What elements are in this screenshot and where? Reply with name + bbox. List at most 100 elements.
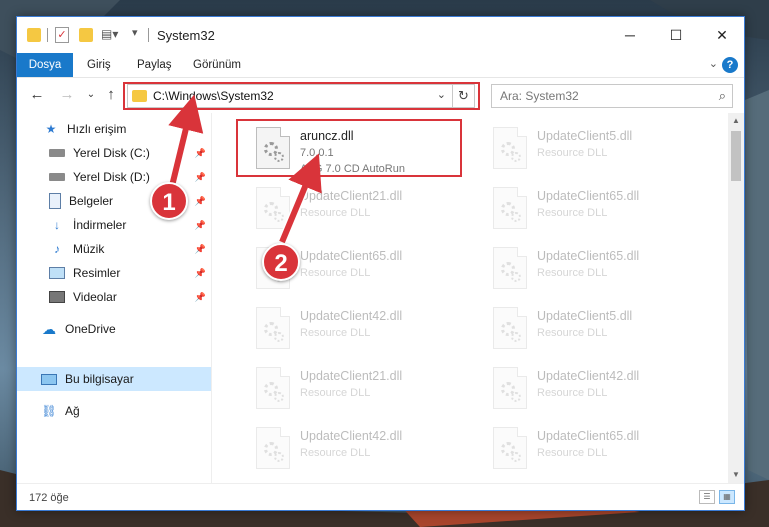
properties-icon[interactable]: ✓ [55, 27, 69, 43]
file-item[interactable]: UpdateClient21.dll Resource DLL [252, 181, 482, 241]
tab-home[interactable]: Giriş [77, 53, 121, 77]
file-type: Resource DLL [537, 387, 608, 399]
network-icon: ⛓ [41, 404, 57, 418]
pin-icon[interactable]: 📌 [195, 220, 206, 231]
dll-file-icon [493, 187, 527, 229]
dll-file-icon [493, 307, 527, 349]
title-bar: ✓ ▤▾ ▾ System32 ─ ☐ ✕ [17, 17, 744, 53]
new-folder-icon[interactable] [79, 28, 93, 42]
download-icon: ↓ [54, 218, 60, 232]
dll-file-icon [493, 427, 527, 469]
videos-icon [49, 291, 65, 303]
sidebar-item-label: Videolar [73, 290, 117, 304]
large-icons-view-icon[interactable]: ▦ [719, 490, 735, 504]
file-explorer-window: ✓ ▤▾ ▾ System32 ─ ☐ ✕ Dosya Giriş Paylaş… [16, 16, 745, 511]
title-separator [148, 28, 149, 42]
drive-icon [49, 149, 65, 157]
dll-file-icon [256, 307, 290, 349]
dll-file-icon [493, 127, 527, 169]
cloud-icon: ☁ [42, 321, 56, 337]
scroll-down-icon[interactable]: ▼ [728, 467, 744, 483]
dropdown-icon[interactable]: ▾ [132, 26, 138, 42]
pane-divider[interactable] [211, 113, 212, 483]
sidebar-item-local-disk-d[interactable]: Yerel Disk (D:) 📌 [17, 165, 212, 189]
pin-icon[interactable]: 📌 [195, 148, 206, 159]
file-type: Resource DLL [300, 387, 371, 399]
file-item[interactable]: UpdateClient65.dll Resource DLL [489, 181, 719, 241]
file-name: UpdateClient21.dll [300, 369, 403, 383]
sidebar-item-network[interactable]: ⛓ Ağ [17, 399, 212, 423]
up-arrow-icon[interactable]: ↑ [101, 86, 121, 103]
music-icon: ♪ [54, 242, 60, 256]
file-type: Resource DLL [300, 207, 371, 219]
file-type: Resource DLL [300, 447, 371, 459]
sidebar-item-label: OneDrive [65, 322, 116, 336]
dll-file-icon [256, 187, 290, 229]
annotation-marker-1: 1 [150, 182, 188, 220]
navigation-bar: ← → ⌄ ↑ C:\Windows\System32 ⌄ ↻ Ara: Sys… [17, 77, 744, 113]
search-box[interactable]: Ara: System32 ⌕ [491, 84, 733, 108]
pin-icon[interactable]: 📌 [195, 292, 206, 303]
drive-icon [49, 173, 65, 181]
pin-icon[interactable]: 📌 [195, 268, 206, 279]
pin-icon[interactable]: 📌 [195, 196, 206, 207]
tab-share[interactable]: Paylaş [127, 53, 182, 77]
annotation-marker-2: 2 [262, 243, 300, 281]
details-view-icon[interactable]: ☰ [699, 490, 715, 504]
sidebar-item-label: Belgeler [69, 194, 114, 208]
file-highlight-box [236, 119, 462, 177]
file-name: UpdateClient5.dll [537, 129, 633, 143]
close-button[interactable]: ✕ [699, 17, 745, 53]
customize-toolbar-icon[interactable]: ▤▾ [101, 27, 118, 43]
pin-icon[interactable]: 📌 [195, 172, 206, 183]
sidebar-item-quick-access[interactable]: ★ Hızlı erişim [17, 117, 212, 141]
tab-file[interactable]: Dosya [17, 53, 73, 77]
scroll-thumb[interactable] [731, 131, 741, 181]
sidebar-item-music[interactable]: ♪ Müzik 📌 [17, 237, 212, 261]
sidebar-item-downloads[interactable]: ↓ İndirmeler 📌 [17, 213, 212, 237]
file-item[interactable]: UpdateClient5.dll Resource DLL [489, 121, 719, 181]
sidebar-item-onedrive[interactable]: ☁ OneDrive [17, 317, 212, 341]
file-item[interactable]: UpdateClient42.dll Resource DLL [489, 361, 719, 421]
file-name: UpdateClient65.dll [537, 189, 640, 203]
sidebar-item-videos[interactable]: Videolar 📌 [17, 285, 212, 309]
help-icon[interactable]: ? [722, 57, 738, 73]
file-item[interactable]: UpdateClient42.dll Resource DLL [252, 421, 482, 481]
sidebar-item-this-pc[interactable]: Bu bilgisayar [17, 367, 212, 391]
computer-icon [41, 373, 57, 385]
sidebar-item-label: Resimler [73, 266, 121, 280]
scroll-up-icon[interactable]: ▲ [728, 113, 744, 129]
file-name: UpdateClient65.dll [300, 249, 403, 263]
file-name: UpdateClient65.dll [537, 429, 640, 443]
expand-ribbon-icon[interactable]: ⌄ [709, 57, 718, 70]
sidebar-item-label: Müzik [73, 242, 105, 256]
tab-view[interactable]: Görünüm [183, 53, 251, 77]
file-item[interactable]: UpdateClient65.dll Resource DLL [489, 421, 719, 481]
sidebar-item-local-disk-c[interactable]: Yerel Disk (C:) 📌 [17, 141, 212, 165]
vertical-scrollbar[interactable]: ▲ ▼ [728, 113, 744, 483]
item-count: 172 öğe [29, 492, 69, 504]
file-type: Resource DLL [537, 327, 608, 339]
file-type: Resource DLL [300, 267, 371, 279]
file-type: Resource DLL [537, 207, 608, 219]
file-item[interactable]: UpdateClient65.dll Resource DLL [489, 241, 719, 301]
forward-arrow-icon[interactable]: → [57, 86, 77, 103]
back-arrow-icon[interactable]: ← [27, 86, 47, 103]
sidebar-item-label: Bu bilgisayar [65, 372, 134, 386]
file-name: UpdateClient42.dll [537, 369, 640, 383]
search-icon[interactable]: ⌕ [719, 88, 726, 104]
pin-icon[interactable]: 📌 [195, 244, 206, 255]
separator-icon [47, 28, 48, 42]
file-type: Resource DLL [537, 447, 608, 459]
maximize-button[interactable]: ☐ [653, 17, 699, 53]
file-item[interactable]: UpdateClient21.dll Resource DLL [252, 361, 482, 421]
dll-file-icon [256, 427, 290, 469]
file-name: UpdateClient65.dll [537, 249, 640, 263]
file-item[interactable]: UpdateClient5.dll Resource DLL [489, 301, 719, 361]
file-name: UpdateClient5.dll [537, 309, 633, 323]
file-name: UpdateClient21.dll [300, 189, 403, 203]
sidebar-item-pictures[interactable]: Resimler 📌 [17, 261, 212, 285]
recent-locations-icon[interactable]: ⌄ [81, 89, 101, 100]
minimize-button[interactable]: ─ [607, 17, 653, 53]
file-item[interactable]: UpdateClient42.dll Resource DLL [252, 301, 482, 361]
